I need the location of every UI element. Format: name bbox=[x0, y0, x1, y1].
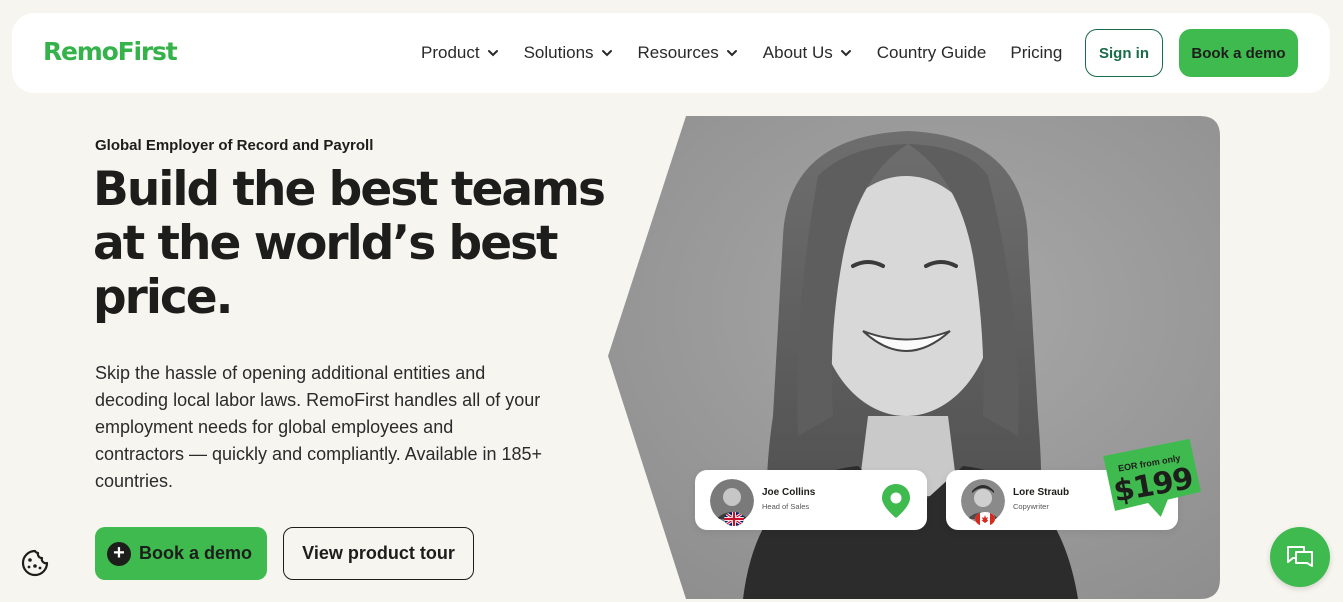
brand-logo[interactable]: RemoFirst bbox=[43, 37, 178, 66]
nav-item-pricing[interactable]: Pricing bbox=[1010, 43, 1062, 63]
headline-line: Build the best teams bbox=[93, 162, 606, 217]
hero-eyebrow: Global Employer of Record and Payroll bbox=[95, 137, 374, 154]
hero-headline: Build the best teams at the world’s best… bbox=[93, 163, 613, 325]
book-demo-nav-button[interactable]: Book a demo bbox=[1179, 29, 1298, 77]
subcopy-line: countries. bbox=[95, 471, 174, 491]
employee-name: Lore Straub bbox=[1013, 487, 1070, 498]
price-badge: EOR from only $199 bbox=[1103, 438, 1201, 518]
headline-line: price. bbox=[93, 270, 234, 325]
employee-role: Copywriter bbox=[1013, 502, 1049, 511]
canada-flag-icon bbox=[975, 512, 995, 526]
view-product-tour-button[interactable]: View product tour bbox=[283, 527, 474, 580]
chevron-down-icon bbox=[726, 50, 737, 57]
employee-role: Head of Sales bbox=[762, 502, 810, 511]
hero-subcopy: Skip the hassle of opening additional en… bbox=[95, 360, 570, 495]
top-navbar: RemoFirst Product Solutions Resources Ab… bbox=[12, 13, 1330, 93]
nav-item-solutions[interactable]: Solutions bbox=[524, 43, 614, 63]
sign-in-button[interactable]: Sign in bbox=[1085, 29, 1163, 77]
nav-item-label: Pricing bbox=[1010, 43, 1063, 62]
chevron-down-icon bbox=[487, 50, 498, 57]
subcopy-line: Skip the hassle of opening additional en… bbox=[95, 363, 486, 383]
subcopy-line: decoding local labor laws. RemoFirst han… bbox=[95, 390, 541, 410]
nav-item-about-us[interactable]: About Us bbox=[763, 43, 853, 63]
cookie-icon[interactable] bbox=[20, 548, 50, 578]
plus-icon: + bbox=[107, 541, 131, 566]
nav-item-product[interactable]: Product bbox=[421, 43, 500, 63]
book-demo-label: Book a demo bbox=[139, 543, 253, 563]
subcopy-line: employment needs for global employees an… bbox=[95, 417, 454, 437]
employee-name: Joe Collins bbox=[762, 487, 816, 498]
chat-icon bbox=[1287, 546, 1313, 567]
nav-item-label: Resources bbox=[637, 43, 719, 62]
nav-item-label: Country Guide bbox=[876, 43, 987, 62]
headline-line: at the world’s best bbox=[93, 216, 559, 271]
employee-card-joe: Joe Collins Head of Sales bbox=[695, 470, 927, 530]
nav-item-resources[interactable]: Resources bbox=[638, 43, 739, 63]
chat-launcher-button[interactable] bbox=[1270, 527, 1330, 587]
nav-item-label: Solutions bbox=[523, 43, 594, 62]
chevron-down-icon bbox=[601, 50, 612, 57]
nav-item-label: Product bbox=[421, 43, 480, 62]
nav-item-country-guide[interactable]: Country Guide bbox=[877, 43, 987, 63]
nav-item-label: About Us bbox=[762, 43, 833, 62]
location-pin-icon bbox=[882, 484, 910, 518]
uk-flag-icon bbox=[724, 512, 744, 526]
book-demo-hero-button[interactable]: + Book a demo bbox=[95, 527, 267, 580]
main-nav: Product Solutions Resources About Us Cou… bbox=[421, 13, 1086, 93]
subcopy-line: contractors — quickly and compliantly. A… bbox=[95, 444, 543, 464]
chevron-down-icon bbox=[840, 50, 851, 57]
